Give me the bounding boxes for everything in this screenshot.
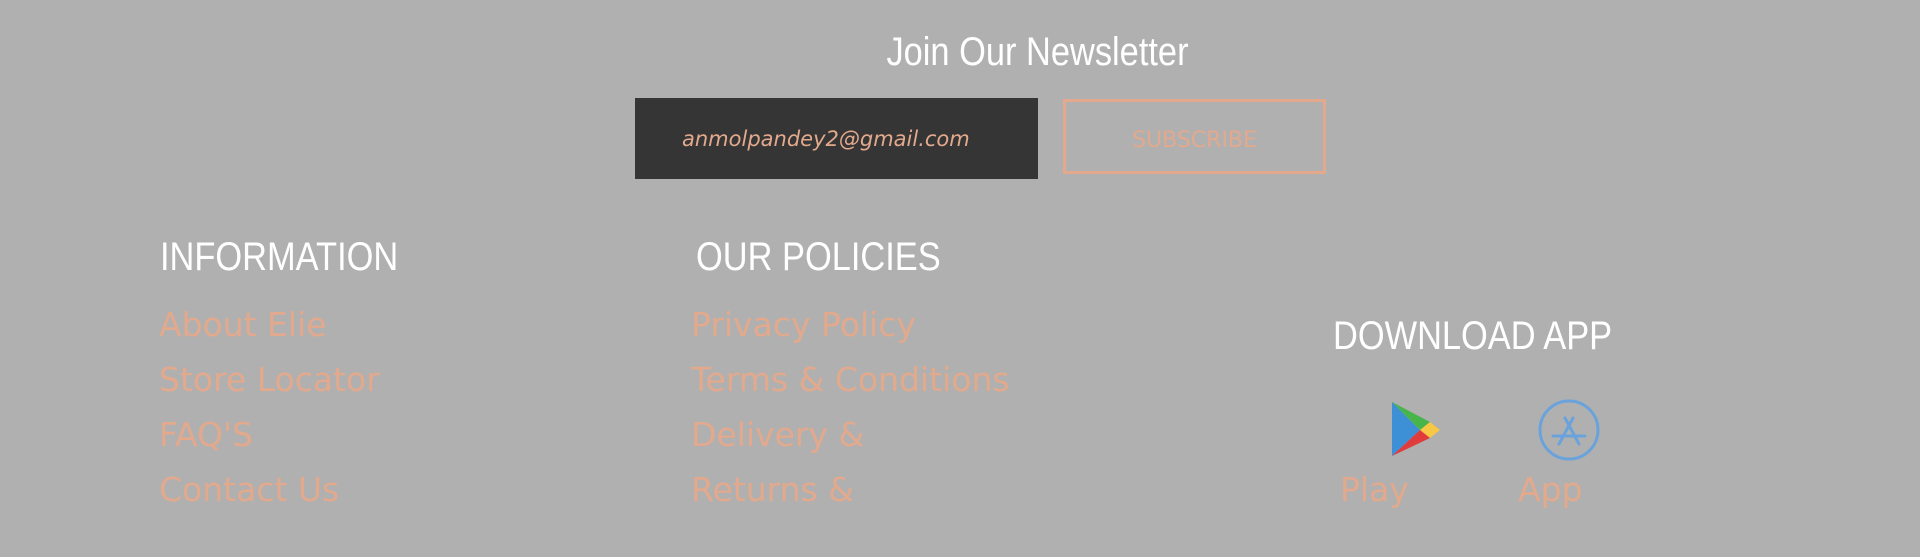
app-store-icon[interactable] bbox=[1537, 398, 1601, 462]
information-heading: INFORMATION bbox=[160, 235, 399, 279]
play-store-label[interactable]: Play bbox=[1340, 470, 1409, 510]
email-value: anmolpandey2@gmail.com bbox=[682, 126, 970, 151]
newsletter-title: Join Our Newsletter bbox=[886, 30, 1189, 74]
subscribe-button[interactable]: SUBSCRIBE bbox=[1063, 99, 1326, 174]
link-privacy-policy[interactable]: Privacy Policy bbox=[691, 305, 916, 345]
link-store-locator[interactable]: Store Locator bbox=[159, 360, 380, 400]
link-about-elie[interactable]: About Elie bbox=[159, 305, 327, 345]
link-returns[interactable]: Returns & bbox=[691, 470, 854, 510]
download-app-heading: DOWNLOAD APP bbox=[1333, 314, 1613, 358]
policies-heading: OUR POLICIES bbox=[696, 235, 941, 279]
app-store-label[interactable]: App bbox=[1518, 470, 1582, 510]
email-field[interactable]: anmolpandey2@gmail.com bbox=[635, 98, 1038, 179]
link-contact-us[interactable]: Contact Us bbox=[159, 470, 339, 510]
link-delivery[interactable]: Delivery & bbox=[691, 415, 864, 455]
link-faqs[interactable]: FAQ'S bbox=[159, 415, 253, 455]
link-terms-conditions[interactable]: Terms & Conditions bbox=[691, 360, 1010, 400]
google-play-icon[interactable] bbox=[1386, 398, 1442, 458]
